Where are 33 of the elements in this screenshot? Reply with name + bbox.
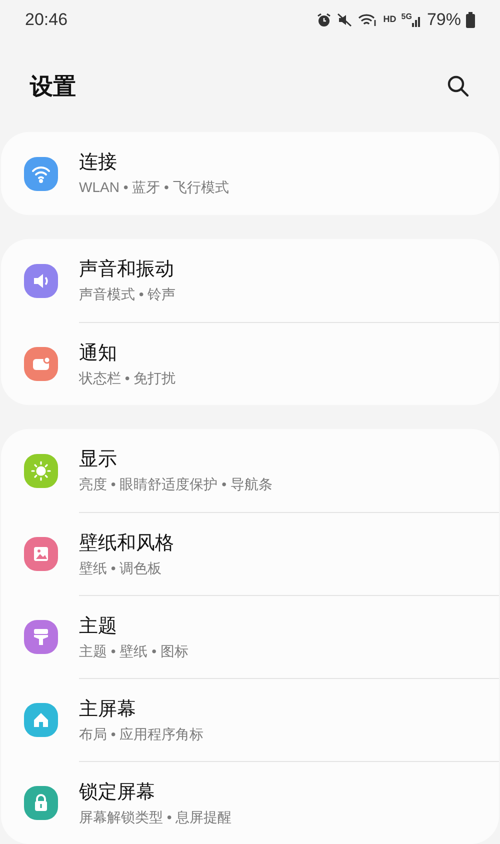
item-title: 通知 xyxy=(79,342,118,366)
battery-icon xyxy=(466,12,475,28)
network-label: 5G xyxy=(401,13,412,22)
battery-percent: 79% xyxy=(426,9,461,32)
item-subtitle: 声音模式 • 铃声 xyxy=(79,285,176,303)
page-title: 设置 xyxy=(30,72,76,101)
item-title: 锁定屏幕 xyxy=(79,780,156,804)
settings-item[interactable]: 主题 主题 • 壁纸 • 图标 xyxy=(1,596,421,678)
wifi-icon xyxy=(358,12,378,28)
item-subtitle: 布局 • 应用程序角标 xyxy=(79,724,204,742)
item-title: 声音和振动 xyxy=(79,258,175,282)
item-title: 壁纸和风格 xyxy=(79,532,174,556)
item-subtitle: 主题 • 壁纸 • 图标 xyxy=(79,642,188,660)
settings-item[interactable]: 通知 状态栏 • 免打扰 xyxy=(1,323,421,405)
settings-item[interactable]: 锁定屏幕 屏幕解锁类型 • 息屏提醒 xyxy=(1,762,421,844)
item-subtitle: 亮度 • 眼睛舒适度保护 • 导航条 xyxy=(79,475,272,493)
hd-label: HD xyxy=(383,13,396,26)
item-title: 主题 xyxy=(79,614,118,638)
item-title: 主屏幕 xyxy=(79,698,137,722)
status-time: 20:46 xyxy=(25,9,68,32)
settings-item[interactable]: 连接 WLAN • 蓝牙 • 飞行模式 xyxy=(1,132,499,215)
item-title: 显示 xyxy=(79,448,118,472)
settings-item[interactable]: 壁纸和风格 壁纸 • 调色板 xyxy=(1,513,421,595)
alarm-icon xyxy=(316,12,332,28)
item-subtitle: WLAN • 蓝牙 • 飞行模式 xyxy=(79,178,229,196)
settings-item[interactable]: 显示 亮度 • 眼睛舒适度保护 • 导航条 xyxy=(1,429,499,512)
settings-item[interactable]: 主屏幕 布局 • 应用程序角标 xyxy=(1,679,421,761)
mute-icon xyxy=(337,12,354,28)
item-subtitle: 状态栏 • 免打扰 xyxy=(79,368,176,386)
item-title: 连接 xyxy=(79,151,118,175)
item-subtitle: 壁纸 • 调色板 xyxy=(79,558,163,576)
item-subtitle: 屏幕解锁类型 • 息屏提醒 xyxy=(79,808,232,826)
settings-item[interactable]: 声音和振动 声音模式 • 铃声 xyxy=(1,239,499,322)
